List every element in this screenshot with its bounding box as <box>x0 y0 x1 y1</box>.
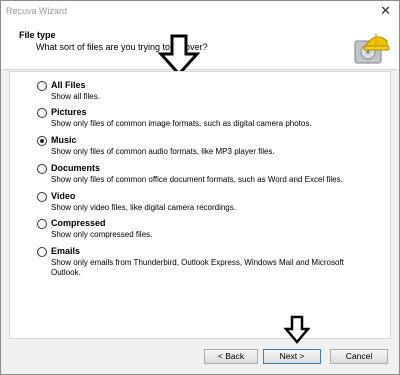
down-arrow-icon <box>284 315 310 344</box>
option-label: Documents <box>51 163 101 173</box>
title-bar: Recuva Wizard ✕ <box>1 1 399 23</box>
option-label: Compressed <box>51 218 106 228</box>
wizard-footer: < Back Next > Cancel <box>1 339 399 374</box>
option-label: Video <box>51 191 76 201</box>
option-description: Show only files of common office documen… <box>51 175 343 184</box>
option-label: Music <box>51 135 77 145</box>
recuva-wizard-window: Recuva Wizard ✕ File type What sort of f… <box>0 0 400 375</box>
radio-documents[interactable] <box>37 164 47 174</box>
close-icon[interactable]: ✕ <box>380 4 391 18</box>
option-label: Pictures <box>51 107 87 117</box>
option-description: Show all files. <box>51 92 100 101</box>
radio-music[interactable] <box>37 136 47 146</box>
window-title: Recuva Wizard <box>6 6 68 16</box>
back-button[interactable]: < Back <box>204 349 258 364</box>
option-description: Show only video files, like digital came… <box>51 203 236 212</box>
radio-all-files[interactable] <box>37 81 47 91</box>
radio-pictures[interactable] <box>37 108 47 118</box>
radio-video[interactable] <box>37 192 47 202</box>
option-description: Show only emails from Thunderbird, Outlo… <box>51 258 344 277</box>
cancel-button[interactable]: Cancel <box>330 349 388 364</box>
option-label: Emails <box>51 246 81 256</box>
next-button[interactable]: Next > <box>263 349 321 364</box>
recuva-logo-icon <box>354 34 390 64</box>
page-title: File type <box>19 30 56 40</box>
option-description: Show only files of common image formats,… <box>51 119 312 128</box>
radio-compressed[interactable] <box>37 219 47 229</box>
file-type-options-panel: All Files Show all files. Pictures Show … <box>9 71 391 339</box>
option-description: Show only compressed files. <box>51 230 153 239</box>
radio-emails[interactable] <box>37 247 47 257</box>
option-description: Show only files of common audio formats,… <box>51 147 275 156</box>
option-label: All Files <box>51 80 86 90</box>
